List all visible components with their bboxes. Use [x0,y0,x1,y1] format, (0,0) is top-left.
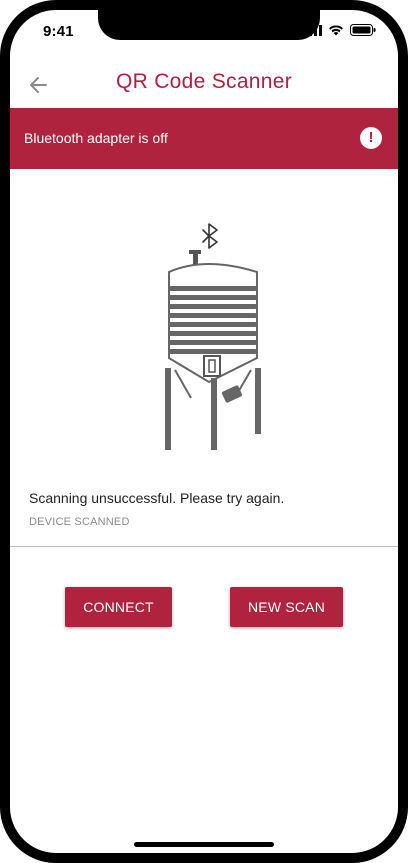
top-app-bar: QR Code Scanner [10,56,398,114]
bluetooth-warning-banner: Bluetooth adapter is off ! [10,108,398,169]
banner-message: Bluetooth adapter is off [24,130,168,146]
notch [98,10,320,40]
scan-result-sublabel: DEVICE SCANNED [29,516,130,528]
phone-frame: 9:41 QR Code Scanner Bluetooth adapter i… [0,0,408,863]
status-time: 9:41 [43,23,74,40]
bluetooth-icon [202,223,218,249]
status-icons [304,24,376,36]
scan-result-message: Scanning unsuccessful. Please try again. [29,490,285,506]
home-indicator [134,842,274,847]
new-scan-button[interactable]: NEW SCAN [230,587,343,627]
signal-icon [304,24,322,36]
page-title: QR Code Scanner [115,70,293,93]
alert-circle-icon: ! [360,127,382,149]
wifi-icon [329,25,343,36]
connect-button[interactable]: CONNECT [65,587,172,627]
battery-icon [350,24,376,36]
divider [10,546,398,547]
silo-tank-illustration [165,223,261,450]
